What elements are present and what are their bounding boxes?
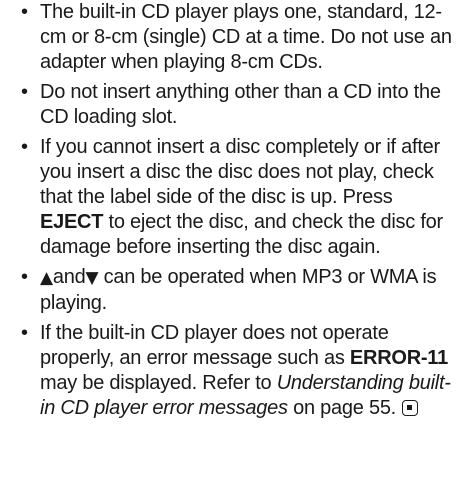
bullet-text: Do not insert anything other than a CD i… bbox=[40, 81, 441, 128]
bullet-item-insert-disc: • If you cannot insert a disc completely… bbox=[0, 135, 461, 260]
bullet-text-before: If you cannot insert a disc completely o… bbox=[40, 136, 440, 208]
bullet-text: The built-in CD player plays one, standa… bbox=[40, 1, 452, 73]
down-arrow-icon: ▼ bbox=[85, 268, 99, 288]
bullet-item-cd-size: • The built-in CD player plays one, stan… bbox=[0, 0, 461, 75]
bullet-text-middle: may be displayed. Refer to bbox=[40, 372, 277, 394]
end-of-section-icon bbox=[402, 400, 418, 416]
bullet-dot: • bbox=[21, 136, 28, 158]
bullet-dot: • bbox=[21, 266, 28, 288]
bullet-dot: • bbox=[21, 322, 28, 344]
bullet-dot: • bbox=[21, 81, 28, 103]
eject-button-label: EJECT bbox=[40, 211, 104, 233]
and-word: and bbox=[52, 266, 86, 288]
up-arrow-icon: ▲ bbox=[40, 268, 53, 288]
bullet-item-error: • If the built-in CD player does not ope… bbox=[0, 321, 461, 421]
bullet-text-after: can be operated when MP3 or WMA is playi… bbox=[40, 266, 437, 314]
bullet-text-after: on page 55. bbox=[287, 397, 396, 419]
bullet-text-before: If the built-in CD player does not opera… bbox=[40, 322, 389, 369]
bullet-dot: • bbox=[21, 1, 28, 23]
error-code: ERROR-11 bbox=[349, 347, 448, 369]
bullet-item-arrows: • ▲and▼ can be operated when MP3 or WMA … bbox=[0, 265, 461, 316]
bullet-item-loading-slot: • Do not insert anything other than a CD… bbox=[0, 80, 461, 130]
bullet-list: • The built-in CD player plays one, stan… bbox=[0, 0, 461, 426]
